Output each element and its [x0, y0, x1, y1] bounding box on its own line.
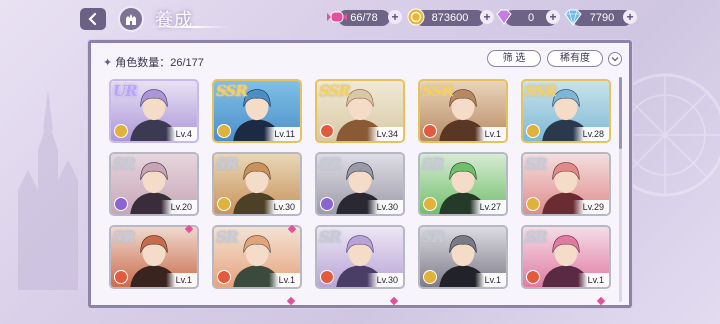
character-card[interactable]: SR Lv.30: [315, 152, 405, 216]
attribute-icon: [114, 124, 128, 138]
attribute-icon: [423, 124, 437, 138]
character-panel: ✦ 角色数量：26/177 筛 选 稀有度 UR Lv.4 SSR Lv.11 SSR Lv…: [88, 40, 632, 308]
level-label: Lv.1: [577, 273, 609, 287]
character-count: ✦ 角色数量：26/177: [103, 54, 204, 70]
level-label: Lv.1: [165, 273, 197, 287]
chevron-left-icon: [88, 12, 97, 26]
gold-value: 873600: [431, 12, 469, 24]
level-label: Lv.30: [366, 200, 403, 214]
attribute-icon: [217, 270, 231, 284]
character-card[interactable]: SR Lv.1: [212, 225, 302, 289]
diamond-add-button[interactable]: +: [623, 10, 637, 24]
character-card[interactable]: SR Lv.30: [315, 225, 405, 289]
character-card[interactable]: SR Lv.20: [109, 152, 199, 216]
top-bar: 養成 66/78 + 873600 + 0 + 7790 +: [0, 0, 720, 36]
gold-add-button[interactable]: +: [480, 10, 494, 24]
attribute-icon: [423, 197, 437, 211]
gem-icon: [496, 9, 512, 25]
attribute-icon: [526, 124, 540, 138]
rarity-badge: SR: [525, 228, 547, 246]
character-card[interactable]: SR Lv.1: [521, 225, 611, 289]
page-title: 養成: [155, 10, 193, 31]
sparkle-icon: ✦: [103, 57, 113, 69]
level-label: Lv.27: [469, 200, 506, 214]
level-label: Lv.30: [366, 273, 403, 287]
attribute-icon: [114, 270, 128, 284]
castle-silhouette-icon: [18, 90, 78, 290]
rarity-badge: SR: [216, 228, 238, 246]
title-underline: [150, 26, 230, 28]
attribute-icon: [526, 197, 540, 211]
rarity-badge: SR: [216, 155, 238, 173]
level-label: Lv.1: [474, 127, 506, 141]
rarity-badge: SR: [113, 155, 135, 173]
level-label: Lv.20: [160, 200, 197, 214]
stamina-add-button[interactable]: +: [388, 10, 402, 24]
rarity-badge: UR: [113, 82, 138, 100]
attribute-icon: [526, 270, 540, 284]
chevron-down-icon: [611, 57, 619, 62]
attribute-icon: [217, 124, 231, 138]
character-card[interactable]: SR Lv.1: [109, 225, 199, 289]
attribute-icon: [320, 124, 334, 138]
character-count-text: 角色数量：26/177: [115, 57, 204, 69]
sort-order-button[interactable]: [608, 52, 622, 66]
home-button[interactable]: [118, 6, 144, 32]
attribute-icon: [320, 197, 334, 211]
character-card[interactable]: SSR Lv.11: [212, 79, 302, 143]
character-card[interactable]: SR Lv.27: [418, 152, 508, 216]
rarity-badge: SR: [319, 228, 341, 246]
level-label: Lv.34: [366, 127, 403, 141]
level-label: Lv.1: [474, 273, 506, 287]
diamond-value: 7790: [589, 12, 615, 24]
scrollbar-thumb[interactable]: [619, 77, 622, 149]
character-card[interactable]: SSR Lv.1: [418, 79, 508, 143]
level-label: Lv.28: [572, 127, 609, 141]
gem-add-button[interactable]: +: [546, 10, 560, 24]
rarity-sort-button[interactable]: 稀有度: [547, 50, 603, 67]
character-card[interactable]: SR Lv.29: [521, 152, 611, 216]
candy-icon: [327, 11, 347, 23]
level-label: Lv.29: [572, 200, 609, 214]
rarity-badge: SR: [113, 228, 135, 246]
level-label: Lv.4: [165, 127, 197, 141]
coin-icon: [407, 8, 425, 26]
rarity-badge: SSR: [216, 82, 248, 100]
rarity-badge: SR: [422, 155, 444, 173]
rarity-badge: SR: [319, 155, 341, 173]
diamond-icon: [564, 9, 582, 27]
character-card[interactable]: UR Lv.4: [109, 79, 199, 143]
attribute-icon: [114, 197, 128, 211]
character-card[interactable]: SSR Lv.34: [315, 79, 405, 143]
level-label: Lv.11: [264, 127, 300, 141]
rarity-badge: SR: [422, 228, 444, 246]
rarity-badge: SR: [525, 155, 547, 173]
rarity-badge: SSR: [319, 82, 351, 100]
gem-value: 0: [527, 12, 535, 24]
stamina-value: 66/78: [350, 12, 378, 24]
character-card[interactable]: SR Lv.1: [418, 225, 508, 289]
character-card[interactable]: SR Lv.30: [212, 152, 302, 216]
panel-header: ✦ 角色数量：26/177 筛 选 稀有度: [91, 43, 629, 75]
rarity-badge: SSR: [525, 82, 557, 100]
filter-button[interactable]: 筛 选: [487, 50, 541, 67]
character-card[interactable]: SSR Lv.28: [521, 79, 611, 143]
level-label: Lv.30: [263, 200, 300, 214]
back-button[interactable]: [80, 8, 106, 30]
rarity-badge: SSR: [422, 82, 454, 100]
level-label: Lv.1: [268, 273, 300, 287]
character-grid: UR Lv.4 SSR Lv.11 SSR Lv.34 SSR Lv.1 SSR Lv.28 SR L…: [109, 79, 619, 305]
attribute-icon: [320, 270, 334, 284]
castle-icon: [126, 14, 136, 25]
attribute-icon: [217, 197, 231, 211]
attribute-icon: [423, 270, 437, 284]
